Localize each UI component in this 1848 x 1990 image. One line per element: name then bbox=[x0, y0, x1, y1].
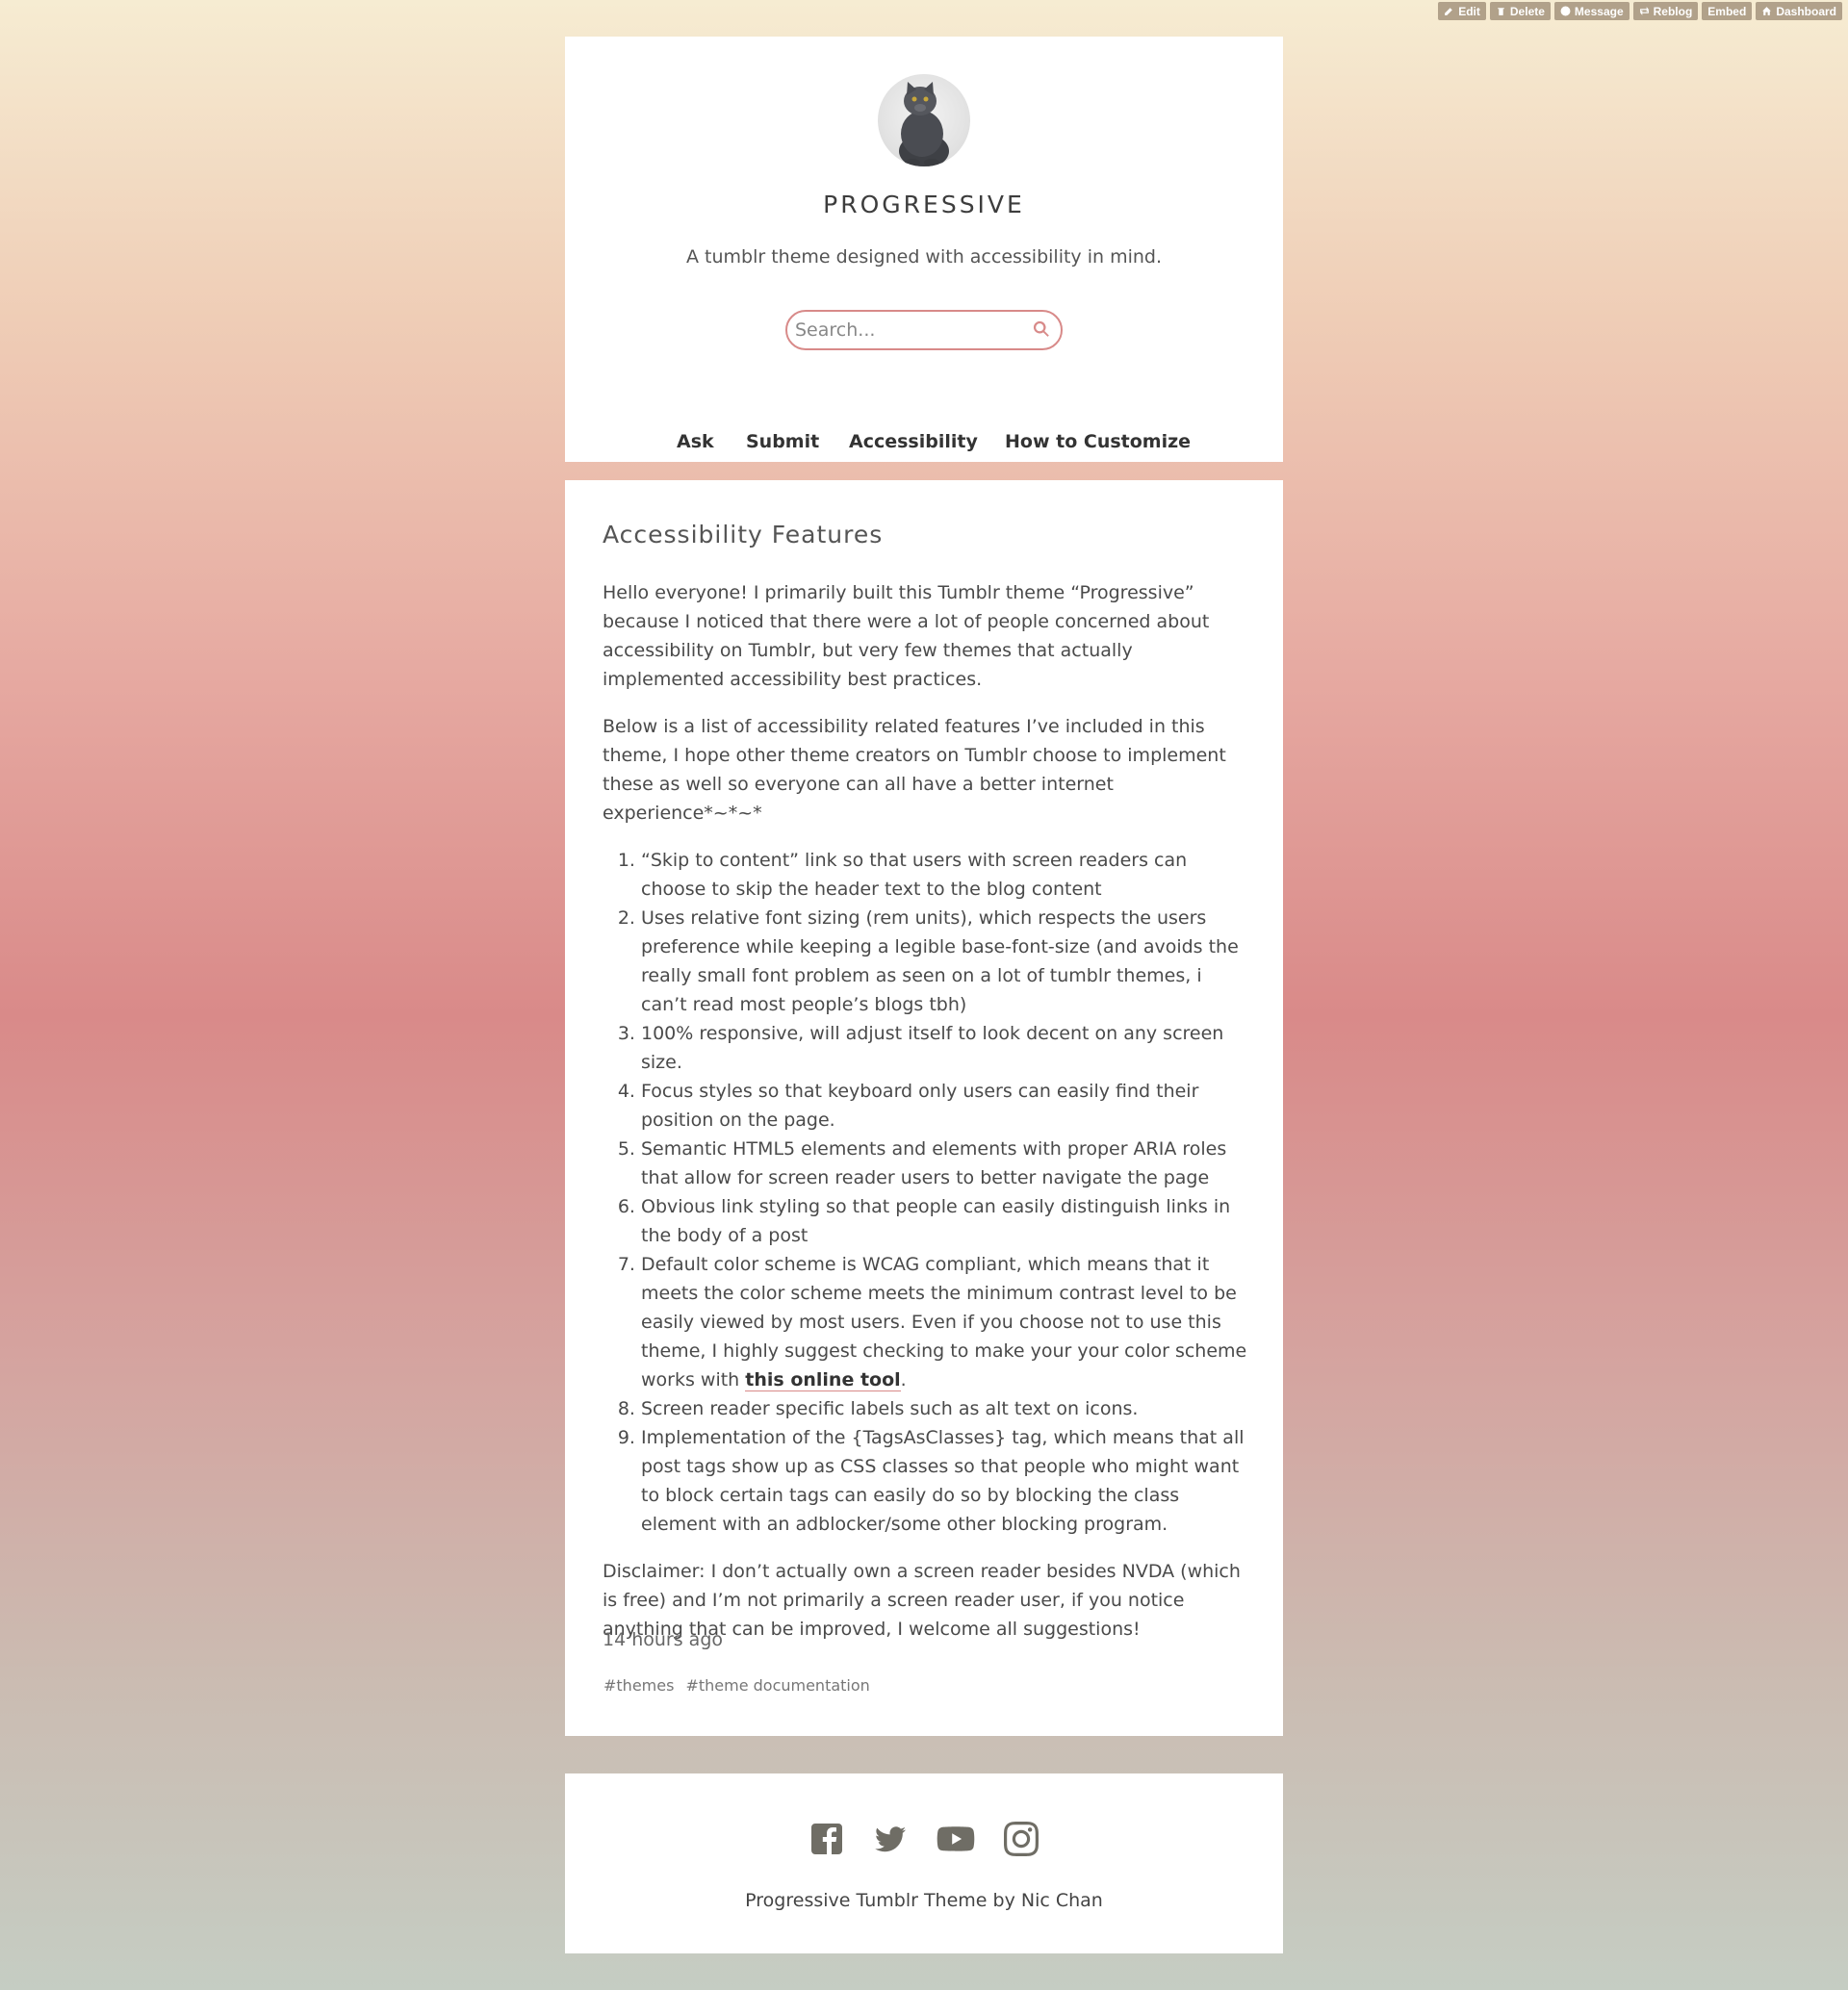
tag-link[interactable]: #themes bbox=[603, 1676, 674, 1695]
list-item: Screen reader specific labels such as al… bbox=[641, 1394, 1249, 1423]
tag-link[interactable]: #theme documentation bbox=[685, 1676, 869, 1695]
search-input[interactable] bbox=[795, 312, 1026, 348]
list-item: Implementation of the {TagsAsClasses} ta… bbox=[641, 1423, 1249, 1539]
list-item-end: . bbox=[900, 1369, 907, 1390]
facebook-icon bbox=[811, 1824, 842, 1854]
delete-button[interactable]: Delete bbox=[1489, 2, 1551, 20]
feature-list: “Skip to content” link so that users wit… bbox=[603, 846, 1249, 1539]
post-timestamp[interactable]: 14 hours ago bbox=[603, 1629, 723, 1650]
youtube-icon bbox=[937, 1826, 975, 1851]
instagram-icon bbox=[1004, 1822, 1039, 1856]
list-item: Uses relative font sizing (rem units), w… bbox=[641, 904, 1249, 1019]
dashboard-button[interactable]: Dashboard bbox=[1756, 2, 1842, 20]
footer-credit[interactable]: Progressive Tumblr Theme by Nic Chan bbox=[565, 1890, 1283, 1911]
message-icon bbox=[1560, 6, 1571, 16]
post-title: Accessibility Features bbox=[603, 521, 884, 549]
nav-item-how-to-customize[interactable]: How to Customize bbox=[1005, 431, 1191, 452]
list-item: 100% responsive, will adjust itself to l… bbox=[641, 1019, 1249, 1077]
list-item-text: Default color scheme is WCAG compliant, … bbox=[641, 1254, 1247, 1390]
post-tags: #themes #theme documentation bbox=[603, 1676, 870, 1695]
avatar[interactable] bbox=[878, 74, 970, 166]
search-button[interactable] bbox=[1032, 320, 1051, 340]
pencil-icon bbox=[1445, 8, 1453, 15]
online-tool-link[interactable]: this online tool bbox=[745, 1369, 901, 1391]
blog-description: A tumblr theme designed with accessibili… bbox=[685, 246, 1163, 268]
blog-header: PROGRESSIVE A tumblr theme designed with… bbox=[565, 37, 1283, 462]
blog-title[interactable]: PROGRESSIVE bbox=[565, 191, 1283, 218]
home-icon bbox=[1762, 7, 1772, 15]
twitter-link[interactable] bbox=[873, 1822, 908, 1856]
reblog-icon bbox=[1639, 7, 1649, 15]
youtube-link[interactable] bbox=[937, 1822, 975, 1856]
list-item: Semantic HTML5 elements and elements wit… bbox=[641, 1135, 1249, 1192]
list-item: Default color scheme is WCAG compliant, … bbox=[641, 1250, 1249, 1394]
list-item: Focus styles so that keyboard only users… bbox=[641, 1077, 1249, 1135]
embed-button[interactable]: Embed bbox=[1702, 2, 1753, 20]
trash-icon bbox=[1498, 8, 1504, 15]
reblog-button[interactable]: Reblog bbox=[1632, 2, 1699, 20]
facebook-link[interactable] bbox=[809, 1822, 844, 1856]
social-links bbox=[565, 1822, 1283, 1856]
list-item: Obvious link styling so that people can … bbox=[641, 1192, 1249, 1250]
tumblr-controls: Edit Delete Message Reblog Embed Dashboa… bbox=[1438, 2, 1842, 20]
twitter-icon bbox=[875, 1826, 907, 1852]
nav-item-accessibility[interactable]: Accessibility bbox=[849, 431, 978, 452]
post: Accessibility Features Hello everyone! I… bbox=[565, 480, 1283, 1736]
list-item: “Skip to content” link so that users wit… bbox=[641, 846, 1249, 904]
nav-item-submit[interactable]: Submit bbox=[746, 431, 819, 452]
search-icon bbox=[1033, 320, 1049, 337]
message-button[interactable]: Message bbox=[1553, 2, 1630, 20]
instagram-link[interactable] bbox=[1004, 1822, 1039, 1856]
search-form bbox=[785, 310, 1063, 350]
edit-button[interactable]: Edit bbox=[1438, 2, 1486, 20]
post-body: Hello everyone! I primarily built this T… bbox=[603, 578, 1249, 1644]
cat-avatar-image bbox=[899, 82, 949, 166]
nav-item-ask[interactable]: Ask bbox=[677, 431, 714, 452]
post-paragraph: Below is a list of accessibility related… bbox=[603, 716, 1226, 824]
post-intro: Hello everyone! I primarily built this T… bbox=[603, 582, 1210, 690]
footer: Progressive Tumblr Theme by Nic Chan bbox=[565, 1773, 1283, 1953]
